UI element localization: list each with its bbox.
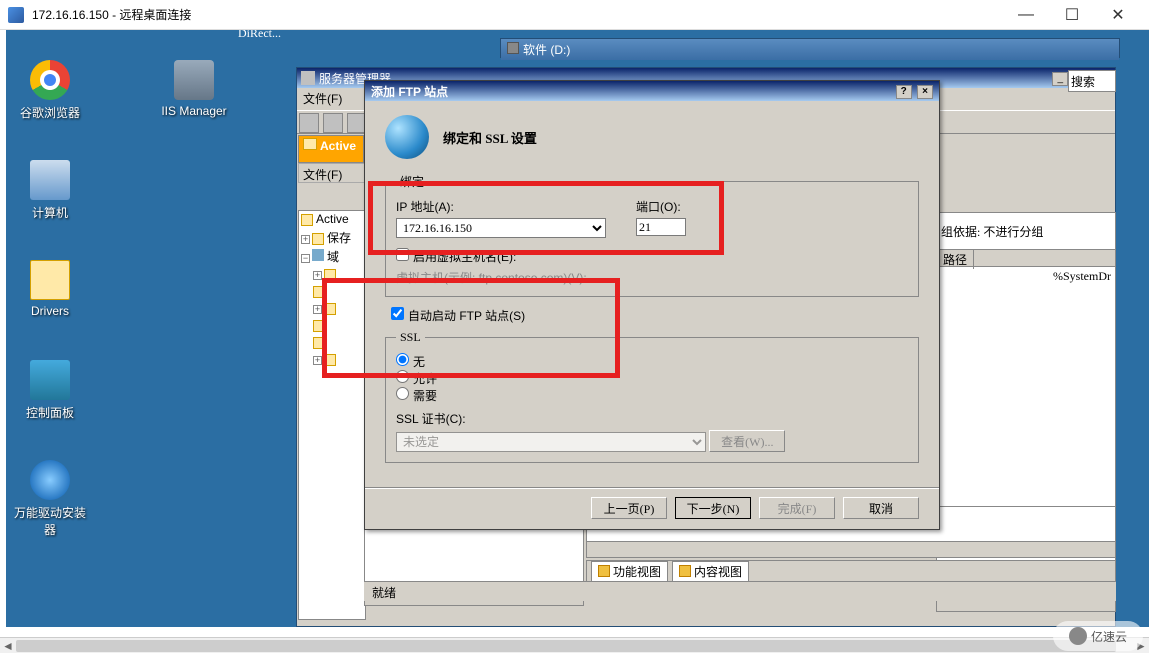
tab-icon [679, 565, 691, 577]
chrome-icon [30, 60, 70, 100]
ssl-allow-radio[interactable] [396, 370, 409, 383]
next-button[interactable]: 下一步(N) [675, 497, 751, 519]
folder-icon [30, 260, 70, 300]
dialog-heading: 绑定和 SSL 设置 [443, 128, 537, 147]
vhost-hint: 虚拟主机(示例: ftp.contoso.com)(V): [396, 269, 908, 286]
close-button[interactable]: ✕ [1095, 0, 1141, 30]
scroll-left-icon[interactable]: ◄ [0, 638, 16, 654]
binding-group: 绑定 IP 地址(A): 172.16.16.150 端口(O): 启用虚拟主机… [385, 173, 919, 297]
maximize-button[interactable]: ☐ [1049, 0, 1095, 30]
expand-icon[interactable]: + [301, 235, 310, 244]
control-panel-icon [30, 360, 70, 400]
rdp-icon [8, 7, 24, 23]
domain-icon [312, 249, 324, 261]
watermark: 亿速云 [1053, 621, 1143, 651]
view-cert-button: 查看(W)... [709, 430, 785, 452]
desktop-icon-computer[interactable]: 计算机 [12, 160, 88, 224]
cloud-icon [1069, 627, 1087, 645]
ssl-require-radio[interactable] [396, 387, 409, 400]
auto-start-checkbox[interactable] [391, 307, 404, 320]
auto-start-label: 自动启动 FTP 站点(S) [408, 309, 525, 323]
scroll-thumb[interactable] [16, 640, 1116, 652]
tab-features-view[interactable]: 功能视图 [591, 561, 668, 582]
forward-icon[interactable] [323, 113, 343, 133]
folder-icon [313, 337, 325, 349]
add-ftp-site-dialog: 添加 FTP 站点 ? × 绑定和 SSL 设置 绑定 IP 地址(A): [364, 80, 940, 530]
folder-icon [313, 286, 325, 298]
dialog-titlebar[interactable]: 添加 FTP 站点 ? × [365, 81, 939, 101]
folder-icon [324, 303, 336, 315]
tab-content-view[interactable]: 内容视图 [672, 561, 749, 582]
app-icon [301, 71, 315, 85]
column-headers[interactable]: 路径 [937, 249, 1115, 267]
path-cell: %SystemDr [1053, 269, 1111, 284]
folder-icon [301, 214, 313, 226]
computer-icon [30, 160, 70, 200]
previous-button[interactable]: 上一页(P) [591, 497, 667, 519]
ssl-group: SSL 无 允许 需要 SSL 证书(C): 未选定 查看(W)... [385, 330, 919, 463]
search-input[interactable]: 搜索 [1068, 70, 1116, 92]
gear-icon [30, 460, 70, 500]
folder-icon [324, 354, 336, 366]
ssl-cert-select: 未选定 [396, 432, 706, 452]
globe-icon [385, 115, 429, 159]
menu-bar-file[interactable]: 文件(F) [298, 163, 366, 183]
explorer-window[interactable]: 软件 (D:) [500, 38, 1120, 58]
desktop-icon-driver-installer[interactable]: 万能驱动安装器 [12, 460, 88, 541]
help-button[interactable]: ? [896, 85, 912, 99]
port-label: 端口(O): [636, 198, 686, 215]
back-icon[interactable] [299, 113, 319, 133]
desktop-icon-control-panel[interactable]: 控制面板 [12, 360, 88, 424]
view-tabs: 功能视图 内容视图 [586, 560, 1116, 582]
ssl-none-radio[interactable] [396, 353, 409, 366]
folder-icon [324, 269, 336, 281]
desktop-icon-drivers[interactable]: Drivers [12, 260, 88, 321]
remote-desktop-area: DiRect... 谷歌浏览器 IIS Manager 计算机 Drivers … [6, 30, 1149, 627]
active-directory-header: Active [298, 135, 364, 163]
horizontal-scrollbar[interactable]: ◄ ► [0, 637, 1149, 653]
collapse-icon[interactable]: − [301, 254, 310, 263]
dialog-title: 添加 FTP 站点 [371, 83, 894, 100]
ssl-cert-label: SSL 证书(C): [396, 410, 908, 427]
drive-icon [507, 42, 519, 54]
rdp-title: 172.16.16.150 - 远程桌面连接 [32, 6, 1003, 23]
folder-icon [312, 233, 324, 245]
tab-icon [598, 565, 610, 577]
desktop-icon-chrome[interactable]: 谷歌浏览器 [12, 60, 88, 124]
vhost-label: 启用虚拟主机名(E): [413, 250, 516, 264]
group-by-label: 组依据: 不进行分组 [941, 223, 1043, 240]
explorer-title: 软件 (D:) [523, 43, 570, 57]
minimize-button[interactable]: — [1003, 0, 1049, 30]
ip-address-select[interactable]: 172.16.16.150 [396, 218, 606, 238]
status-bar: 就绪 [364, 581, 1116, 601]
ip-label: IP 地址(A): [396, 198, 606, 215]
rdp-titlebar: 172.16.16.150 - 远程桌面连接 — ☐ ✕ [0, 0, 1149, 30]
desktop-icon-label[interactable]: DiRect... [238, 30, 281, 41]
scrollbar[interactable] [587, 541, 1115, 557]
tree-panel[interactable]: Active + 保存 − 域 + + + [298, 210, 366, 620]
folder-icon [303, 138, 317, 150]
port-input[interactable] [636, 218, 686, 236]
close-button[interactable]: × [917, 85, 933, 99]
folder-icon [313, 320, 325, 332]
finish-button: 完成(F) [759, 497, 835, 519]
cancel-button[interactable]: 取消 [843, 497, 919, 519]
enable-vhost-checkbox[interactable] [396, 248, 409, 261]
minimize-button[interactable]: _ [1052, 72, 1068, 86]
server-icon [174, 60, 214, 100]
desktop-icon-iis[interactable]: IIS Manager [156, 60, 232, 121]
